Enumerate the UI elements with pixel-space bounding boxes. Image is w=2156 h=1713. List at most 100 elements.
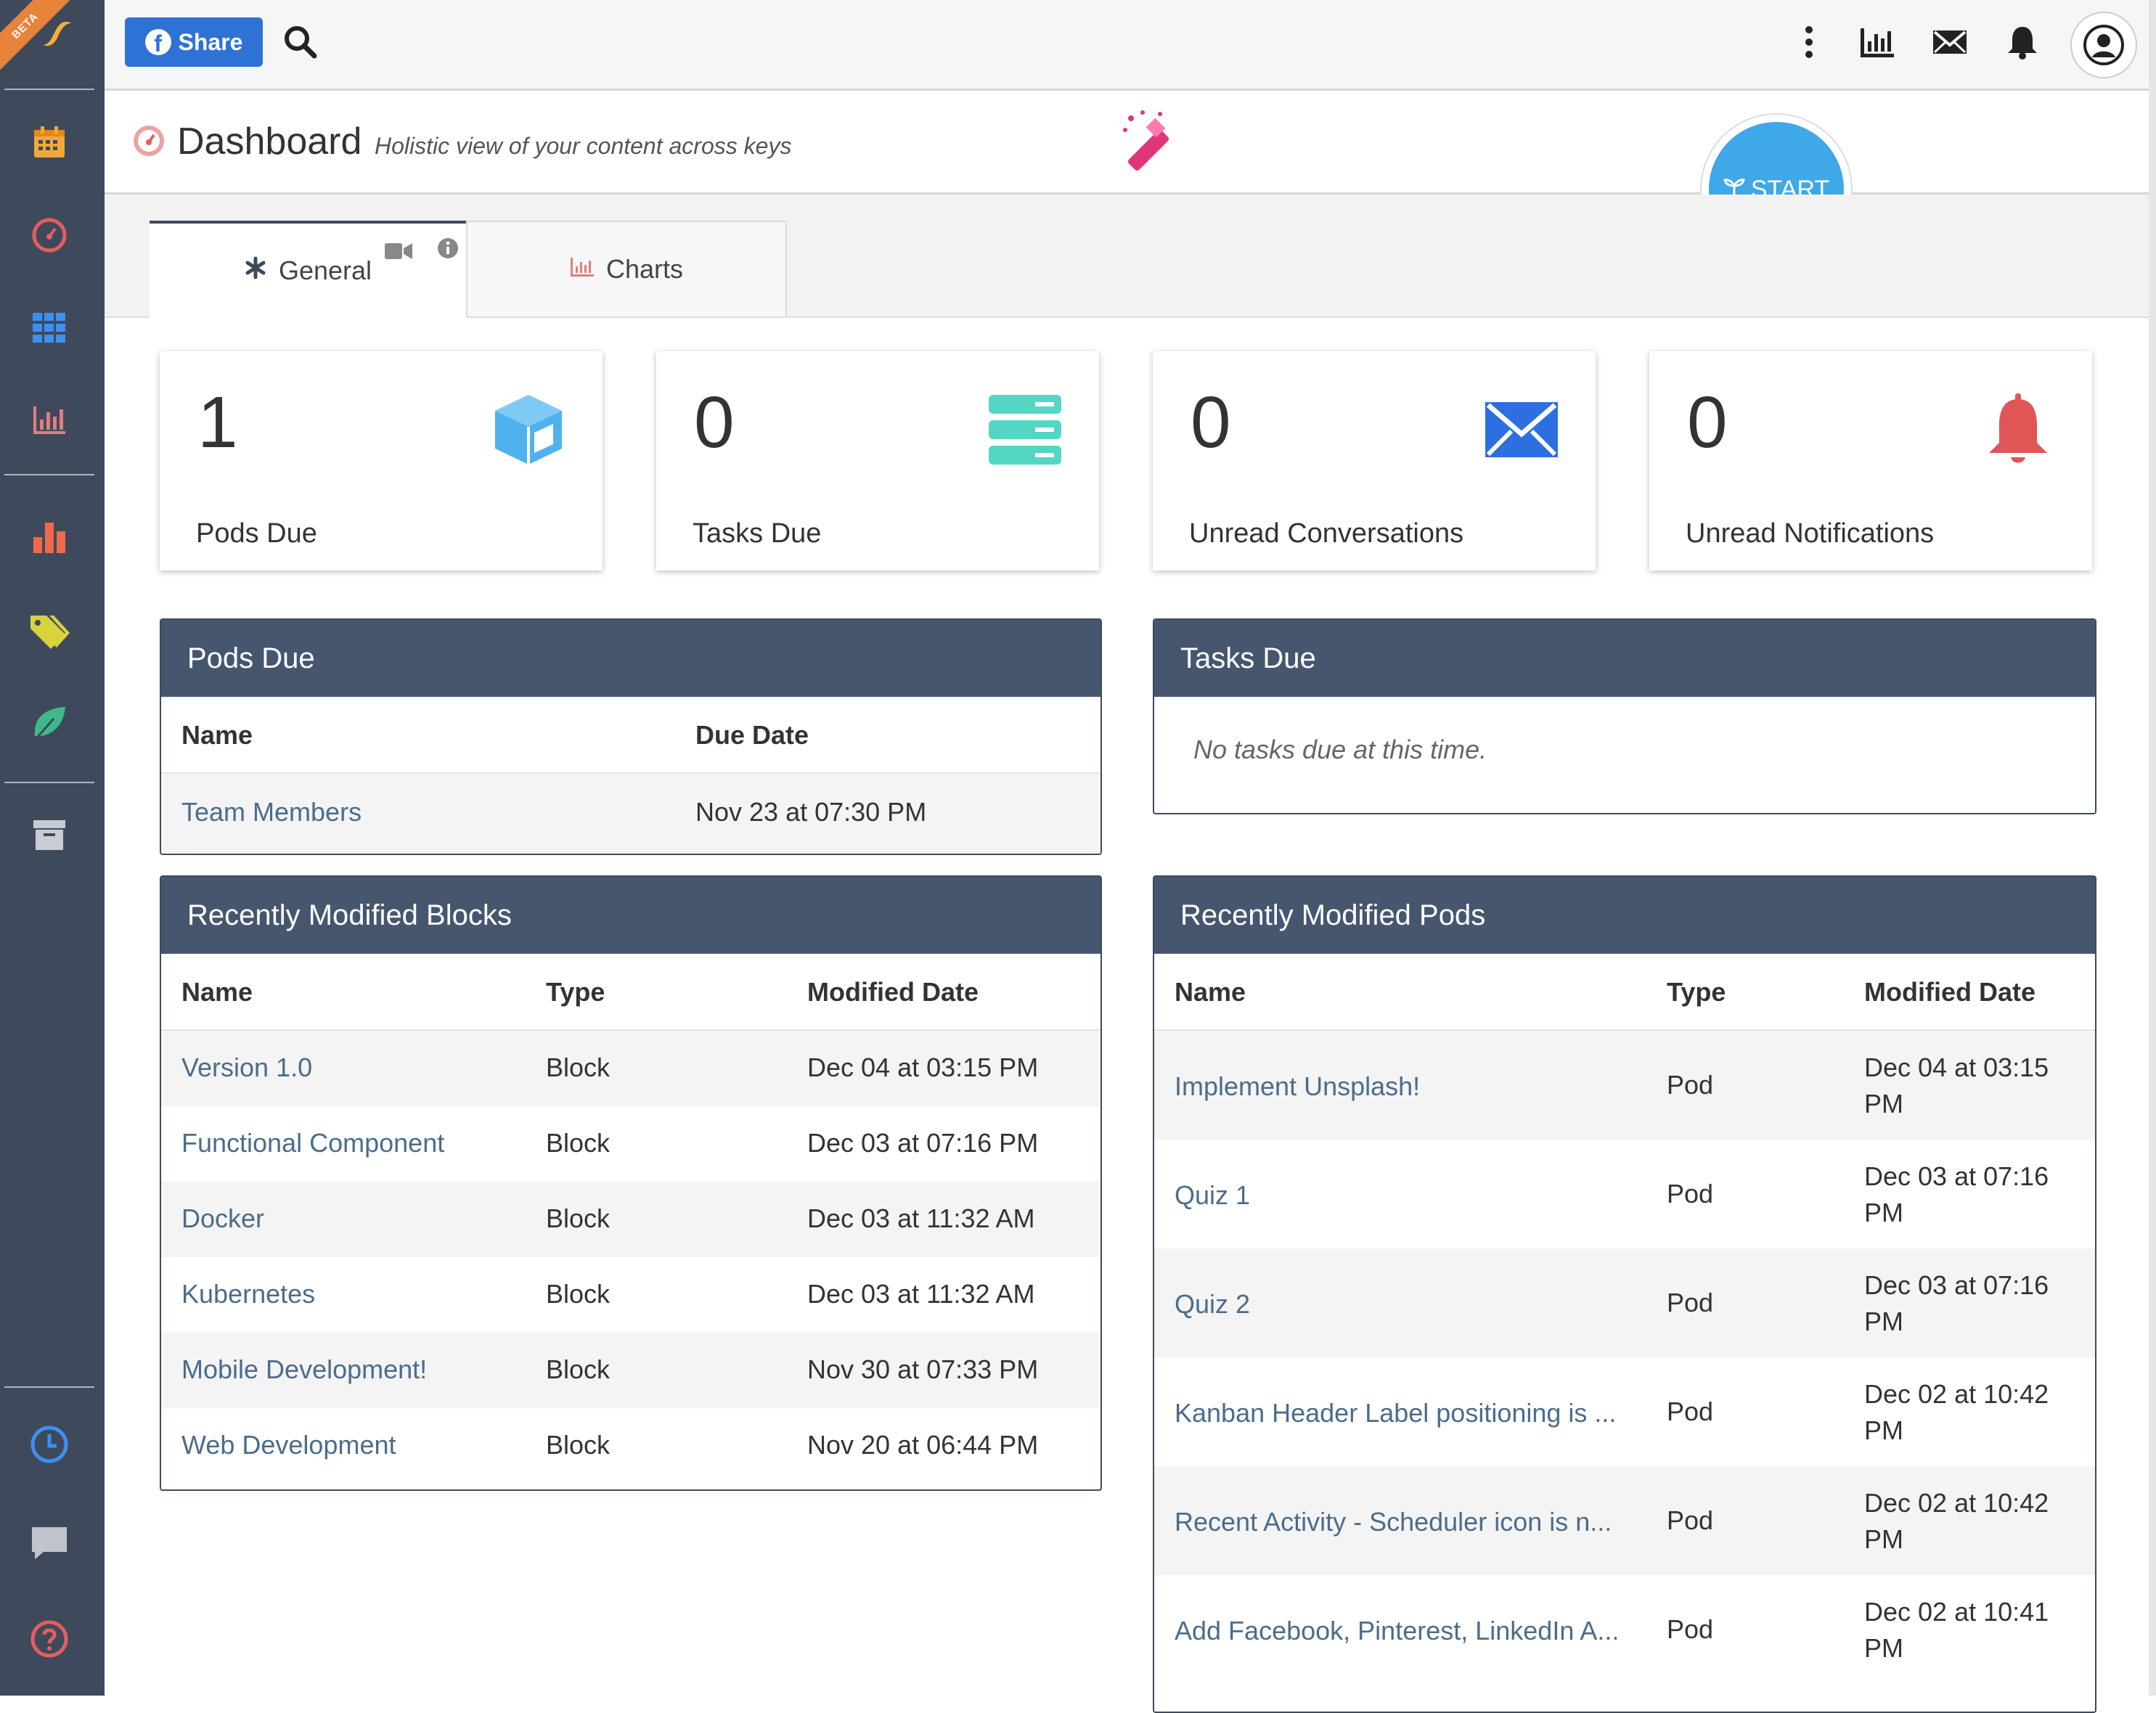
block-link[interactable]: Web Development [181,1430,396,1460]
block-link[interactable]: Mobile Development! [181,1354,427,1385]
stat-card-unread-notifications[interactable]: 0 Unread Notifications [1649,351,2092,571]
row-type: Block [546,1430,611,1460]
row-date: Dec 03 at 11:32 AM [807,1279,1035,1309]
leaf-icon[interactable] [26,701,73,748]
mail-icon[interactable] [1928,20,1972,64]
sidebar-divider [4,1386,94,1388]
table-row: Version 1.0 Block Dec 04 at 03:15 PM [161,1031,1101,1106]
column-header: Type [546,977,605,1007]
stat-card-tasks-due[interactable]: 0 Tasks Due [656,351,1099,571]
column-header: Modified Date [1864,977,2036,1007]
column-header: Name [1175,977,1246,1007]
tags-icon[interactable] [26,608,73,655]
table-header-row: Name Type Modified Date [1154,954,2095,1031]
row-type: Block [546,1354,611,1384]
recent-blocks-panel: Recently Modified Blocks Name Type Modif… [160,875,1102,1491]
column-header: Modified Date [807,977,979,1007]
bell-icon [1980,392,2056,467]
sidebar-divider [4,474,94,475]
stat-card-unread-conversations[interactable]: 0 Unread Conversations [1153,351,1596,571]
pod-link[interactable]: Kanban Header Label positioning is ... [1175,1398,1616,1428]
pod-link[interactable]: Implement Unsplash! [1175,1071,1420,1102]
clock-icon[interactable] [26,1421,73,1468]
video-icon[interactable] [385,237,412,267]
empty-state-text: No tasks due at this time. [1193,735,1487,764]
help-icon[interactable] [26,1616,73,1662]
row-date-suffix: PM [1864,1198,1903,1227]
table-row: Kanban Header Label positioning is ... P… [1154,1357,2095,1466]
grid-icon[interactable] [26,305,73,351]
stats-icon[interactable] [1855,20,1899,64]
asterisk-icon [244,255,267,286]
tab-charts-label: Charts [605,254,684,284]
pod-link[interactable]: Add Facebook, Pinterest, LinkedIn A... [1175,1616,1619,1646]
pod-link[interactable]: Quiz 2 [1175,1289,1250,1320]
table-row: Quiz 2 Pod Dec 03 at 07:16 PM [1154,1248,2095,1357]
row-type: Block [546,1279,611,1309]
tab-general-label: General [278,255,372,285]
row-date: Dec 04 at 03:15 PM [807,1052,1039,1082]
dashboard-gauge-icon [131,123,167,159]
row-date: Dec 03 at 11:32 AM [807,1203,1035,1233]
sidebar-divider [4,782,94,783]
scrollbar[interactable] [2149,0,2156,1696]
column-header: Name [181,977,253,1007]
bar-chart-icon [570,254,595,285]
magic-wand-icon[interactable] [1116,108,1182,173]
sidebar-divider [4,89,94,90]
row-type: Pod [1667,1614,1714,1644]
pod-link[interactable]: Team Members [181,797,362,827]
panel-title: Recently Modified Blocks [161,877,1101,954]
bell-icon[interactable] [2001,20,2044,64]
chat-icon[interactable] [26,1520,73,1566]
row-type: Pod [1667,1179,1714,1209]
stat-label: Tasks Due [693,518,822,549]
mail-icon [1484,392,1559,467]
app-logo[interactable] [38,16,74,52]
table-header-row: Name Due Date [161,697,1101,774]
bar-chart-icon[interactable] [26,396,73,443]
pod-link[interactable]: Quiz 1 [1175,1180,1250,1211]
dashboard-gauge-icon[interactable] [26,212,73,258]
stat-value: 0 [1191,382,1231,463]
table-header-row: Name Type Modified Date [161,954,1101,1031]
block-link[interactable]: Functional Component [181,1128,444,1158]
analytics-icon[interactable] [26,514,73,560]
info-icon[interactable] [437,235,459,266]
search-icon[interactable] [279,20,322,64]
pods-due-panel: Pods Due Name Due Date Team Members Nov … [160,618,1102,855]
tab-general[interactable]: General [150,221,466,318]
row-date-suffix: PM [1864,1524,1903,1554]
share-label: Share [178,28,243,55]
more-vertical-icon[interactable] [1787,20,1831,64]
facebook-share-button[interactable]: f Share [125,17,263,67]
block-link[interactable]: Kubernetes [181,1279,315,1309]
table-row: Add Facebook, Pinterest, LinkedIn A... P… [1154,1575,2095,1684]
stat-card-pods-due[interactable]: 1 Pods Due [160,351,603,571]
cube-icon [491,392,566,467]
row-date-suffix: PM [1864,1415,1903,1445]
recent-pods-panel: Recently Modified Pods Name Type Modifie… [1153,875,2096,1713]
column-header: Type [1667,977,1726,1007]
table-row: Mobile Development! Block Nov 30 at 07:3… [161,1333,1101,1408]
row-type: Pod [1667,1288,1714,1317]
block-link[interactable]: Docker [181,1203,264,1234]
row-date: Dec 02 at 10:42 [1864,1488,2049,1518]
row-type: Block [546,1128,611,1158]
tab-charts[interactable]: Charts [466,221,787,316]
table-row: Web Development Block Nov 20 at 06:44 PM [161,1408,1101,1484]
due-date: Nov 23 at 07:30 PM [695,797,927,827]
top-bar: f Share [105,0,2149,91]
stat-label: Unread Conversations [1189,518,1464,549]
row-date-suffix: PM [1864,1089,1903,1119]
table-row: Team Members Nov 23 at 07:30 PM [161,774,1101,852]
calendar-icon[interactable] [26,119,73,165]
row-date-suffix: PM [1864,1633,1903,1663]
user-avatar-icon[interactable] [2070,12,2137,78]
row-type: Pod [1667,1070,1714,1100]
table-row: Implement Unsplash! Pod Dec 04 at 03:15 … [1154,1031,2095,1140]
archive-icon[interactable] [26,811,73,858]
pod-link[interactable]: Recent Activity - Scheduler icon is n... [1175,1507,1612,1537]
block-link[interactable]: Version 1.0 [181,1052,312,1083]
page-title: Dashboard [177,120,362,163]
